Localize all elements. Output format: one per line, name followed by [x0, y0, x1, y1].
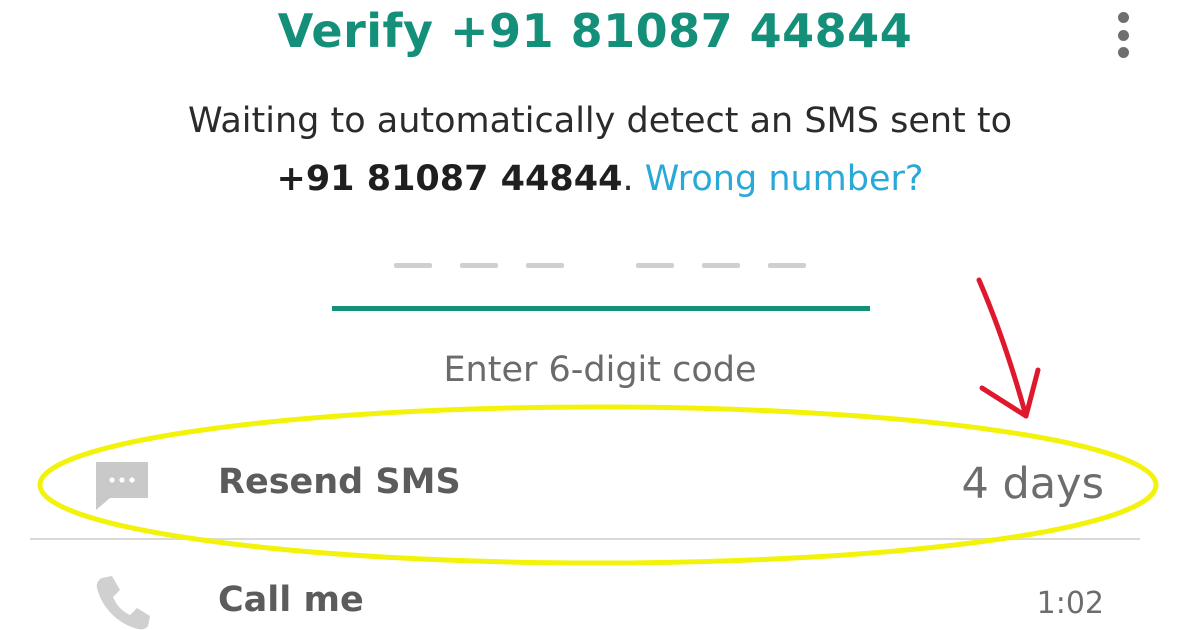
code-input[interactable]: [330, 238, 870, 288]
period: .: [622, 159, 634, 199]
more-vert-icon[interactable]: [1106, 10, 1140, 60]
code-digit-slot: [460, 263, 498, 268]
call-me-label: Call me: [218, 580, 364, 620]
phone-line: +91 81087 44844. Wrong number?: [0, 150, 1200, 208]
message-icon: [92, 456, 152, 516]
sms-wait-message: Waiting to automatically detect an SMS s…: [0, 92, 1200, 208]
wrong-number-link[interactable]: Wrong number?: [645, 159, 924, 199]
call-me-timer: 1:02: [1036, 586, 1104, 621]
page-title: Verify +91 81087 44844: [277, 4, 913, 58]
code-digit-slot: [394, 263, 432, 268]
annotation-arrow: [976, 277, 1029, 419]
code-digit-slot: [768, 263, 806, 268]
sms-wait-text: Waiting to automatically detect an SMS s…: [187, 101, 1013, 141]
divider: [30, 538, 1140, 540]
menu-dot: [1117, 29, 1129, 41]
code-input-underline: [332, 306, 870, 311]
code-hint: Enter 6-digit code: [443, 350, 757, 390]
code-digit-slot: [636, 263, 674, 268]
menu-dot: [1117, 12, 1129, 23]
call-me-option[interactable]: Call me 1:02: [0, 560, 1200, 630]
code-digit-slot: [526, 263, 564, 268]
menu-dot: [1117, 47, 1129, 58]
phone-number: +91 81087 44844: [276, 159, 623, 199]
phone-icon: [92, 572, 152, 630]
code-digit-slot: [702, 263, 740, 268]
resend-sms-label: Resend SMS: [218, 462, 461, 502]
resend-sms-option[interactable]: Resend SMS 4 days: [0, 442, 1200, 522]
verify-screen: Verify +91 81087 44844 Waiting to automa…: [0, 0, 1200, 630]
resend-sms-timer: 4 days: [961, 459, 1104, 509]
